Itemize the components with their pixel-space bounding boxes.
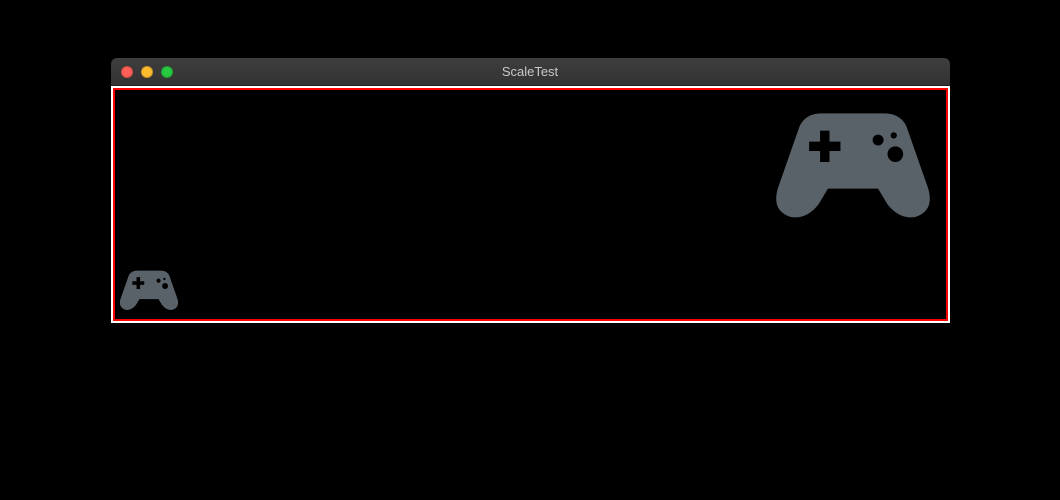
titlebar[interactable]: ScaleTest [111, 58, 950, 86]
game-viewport [113, 88, 948, 321]
game-controller-icon [774, 104, 932, 220]
minimize-button[interactable] [141, 66, 153, 78]
app-window: ScaleTest [111, 58, 950, 323]
game-controller-icon [119, 267, 179, 311]
close-button[interactable] [121, 66, 133, 78]
window-title: ScaleTest [111, 64, 950, 79]
gamepad-sprite-small [119, 267, 179, 311]
traffic-lights [111, 66, 173, 78]
content-wrapper [111, 86, 950, 323]
gamepad-sprite-large [774, 104, 932, 220]
maximize-button[interactable] [161, 66, 173, 78]
